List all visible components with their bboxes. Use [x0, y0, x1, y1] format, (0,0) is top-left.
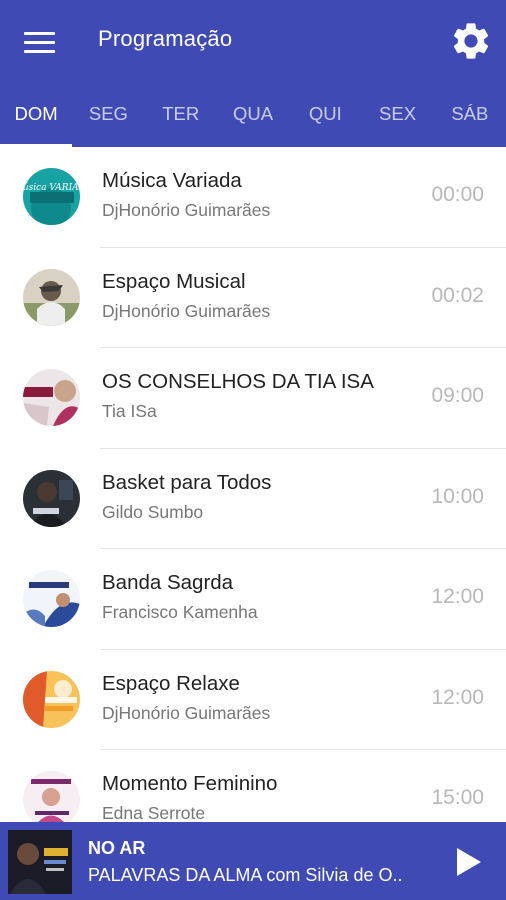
tab-dom[interactable]: DOM [0, 84, 73, 147]
show-cover-image [23, 570, 80, 627]
gear-icon[interactable] [449, 19, 493, 63]
show-cover-image [23, 771, 80, 822]
on-air-label: NO AR [88, 838, 146, 858]
tab-qua[interactable]: QUA [217, 84, 289, 147]
page-title: Programação [98, 26, 233, 51]
list-item[interactable]: OS CONSELHOS DA TIA ISA Tia ISa 09:00 [0, 348, 506, 449]
tab-sex[interactable]: SEX [361, 84, 433, 147]
show-time: 09:00 [431, 384, 484, 407]
show-cover-image [23, 469, 80, 527]
show-title: Espaço Musical [102, 269, 246, 293]
show-host: Tia ISa [102, 401, 157, 421]
show-title: Banda Sagrda [102, 571, 234, 594]
show-host: Edna Serrote [102, 803, 206, 822]
cover-logo-text: Música VARIADA [23, 182, 80, 193]
hamburger-menu-icon[interactable] [18, 24, 62, 60]
show-title: OS CONSELHOS DA TIA ISA [102, 370, 374, 393]
show-host: DjHonório Guimarães [102, 200, 271, 220]
now-playing-bar[interactable]: NO AR PALAVRAS DA ALMA com Silvia de O.. [0, 822, 506, 900]
show-title: Música Variada [102, 169, 242, 192]
list-item[interactable]: Espaço Relaxe DjHonório Guimarães 12:00 [0, 650, 506, 751]
play-icon[interactable] [452, 846, 484, 878]
show-cover-image [23, 670, 80, 728]
tab-ter[interactable]: TER [145, 84, 217, 147]
app-bar: Programação DOM SEG TER QUA QUI SEX SÁB [0, 0, 506, 147]
show-title: Basket para Todos [102, 470, 272, 494]
show-title: Momento Feminino [102, 772, 278, 795]
schedule-list: Música VARIADA Música Variada DjHonório … [0, 147, 506, 822]
toolbar: Programação [0, 0, 506, 84]
show-time: 00:02 [431, 283, 484, 307]
tab-seg[interactable]: SEG [72, 84, 144, 147]
list-item[interactable]: Música VARIADA Música Variada DjHonório … [0, 147, 506, 248]
show-time: 15:00 [431, 786, 484, 809]
show-time: 00:00 [431, 183, 484, 206]
now-playing-title: PALAVRAS DA ALMA com Silvia de O.. [88, 865, 403, 885]
show-cover-image: Música VARIADA [23, 168, 80, 225]
now-playing-cover [8, 830, 72, 894]
show-time: 12:00 [431, 685, 484, 709]
show-host: Gildo Sumbo [102, 501, 204, 522]
list-item[interactable]: Banda Sagrda Francisco Kamenha 12:00 [0, 549, 506, 650]
list-item[interactable]: Espaço Musical DjHonório Guimarães 00:02 [0, 248, 506, 349]
show-time: 12:00 [431, 585, 484, 608]
show-title: Espaço Relaxe [102, 671, 240, 695]
list-item[interactable]: Basket para Todos Gildo Sumbo 10:00 [0, 449, 506, 550]
show-host: Francisco Kamenha [102, 602, 258, 622]
day-tabs: DOM SEG TER QUA QUI SEX SÁB [0, 84, 506, 147]
show-time: 10:00 [431, 484, 484, 508]
tab-qui[interactable]: QUI [289, 84, 361, 147]
show-host: DjHonório Guimarães [102, 300, 271, 321]
show-cover-image [23, 369, 80, 426]
show-host: DjHonório Guimarães [102, 702, 271, 723]
show-cover-image [23, 268, 80, 326]
tab-sab[interactable]: SÁB [434, 84, 506, 147]
list-item[interactable]: Momento Feminino Edna Serrote 15:00 [0, 750, 506, 822]
